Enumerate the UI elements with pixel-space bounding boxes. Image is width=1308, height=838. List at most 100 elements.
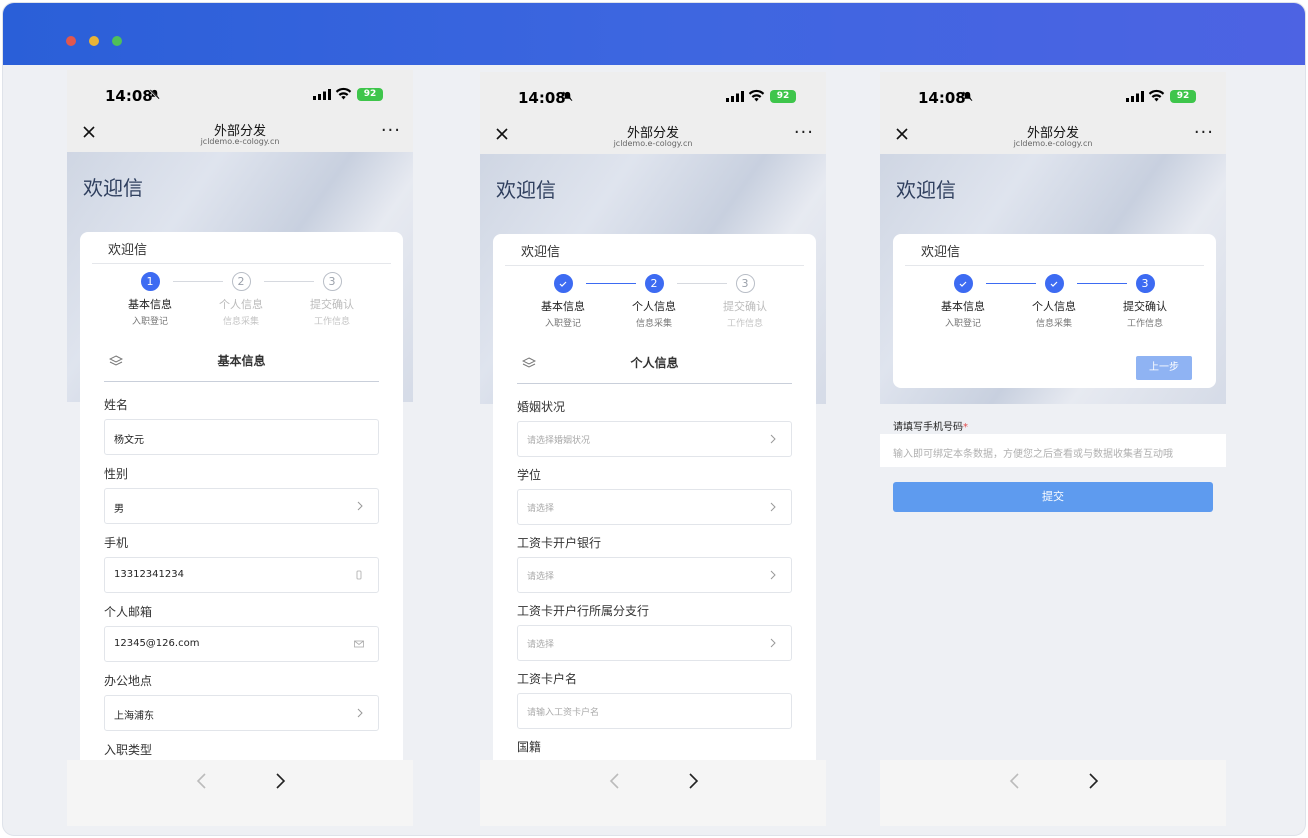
chevron-right-icon (770, 502, 776, 512)
back-arrow-icon[interactable] (195, 772, 209, 790)
name-input[interactable]: 杨文元 (104, 419, 379, 455)
step-subtitle: 工作信息 (1126, 319, 1163, 329)
bank-branch-field: 工资卡开户行所属分支行 请选择 (517, 602, 792, 661)
required-mark: * (963, 422, 968, 433)
back-arrow-icon[interactable] (608, 772, 622, 790)
bank-branch-select[interactable]: 请选择 (517, 625, 792, 661)
forward-arrow-icon[interactable] (1086, 772, 1100, 790)
hero-title: 欢迎信 (83, 176, 143, 200)
step-indicator: 1 基本信息 入职登记 2 个人信息 信息采集 3 提交确认 工作信息 (80, 272, 403, 332)
close-window-button[interactable] (66, 36, 76, 46)
form-card: 欢迎信 1 基本信息 入职登记 2 个人信息 信息采集 3 提交确认 工作信息 (80, 232, 403, 826)
chevron-right-icon (770, 434, 776, 444)
card-divider (505, 265, 804, 266)
signal-icon (313, 89, 331, 100)
step-subtitle: 入职登记 (544, 319, 581, 329)
marital-status-select[interactable]: 请选择婚姻状况 (517, 421, 792, 457)
step-name: 个人信息 (632, 300, 676, 313)
field-label: 入职类型 (104, 743, 153, 757)
step-personal-info[interactable]: 个人信息 信息采集 (1009, 274, 1099, 329)
status-bar: 14:08 92 (480, 72, 826, 122)
status-time: 14:08 (918, 89, 966, 107)
step-name: 提交确认 (1123, 300, 1167, 313)
check-icon (953, 274, 973, 293)
account-name-input[interactable]: 请输入工资卡户名 (517, 693, 792, 729)
step-basic-info[interactable]: 基本信息 入职登记 (918, 274, 1008, 329)
more-options-icon[interactable]: ··· (1194, 122, 1214, 143)
previous-step-button[interactable]: 上一步 (1136, 356, 1192, 380)
step-confirm[interactable]: 3 提交确认 工作信息 (287, 272, 377, 327)
forward-arrow-icon[interactable] (686, 772, 700, 790)
phone-label-text: 请填写手机号码 (893, 422, 963, 433)
name-field: 姓名 杨文元 (104, 396, 379, 455)
chevron-right-icon (357, 501, 363, 511)
chevron-right-icon (770, 570, 776, 580)
back-arrow-icon[interactable] (1008, 772, 1022, 790)
card-divider (905, 265, 1204, 266)
email-field: 个人邮箱 12345@126.com (104, 603, 379, 662)
step-number: 3 (322, 272, 342, 291)
hero-title: 欢迎信 (496, 178, 556, 202)
step-name: 基本信息 (941, 300, 985, 313)
wifi-icon (1148, 89, 1165, 102)
chevron-right-icon (770, 638, 776, 648)
step-name: 个人信息 (1032, 300, 1076, 313)
step-name: 提交确认 (723, 300, 767, 313)
navigation-bar: 外部分发 jcldemo.e-cology.cn ··· (880, 122, 1226, 154)
field-placeholder: 请选择 (527, 640, 555, 650)
forward-arrow-icon[interactable] (273, 772, 287, 790)
signal-icon (726, 91, 744, 102)
step-subtitle: 信息采集 (222, 317, 259, 327)
status-time: 14:08 (518, 89, 566, 107)
gender-select[interactable]: 男 (104, 488, 379, 524)
field-label: 工资卡开户行所属分支行 (517, 604, 650, 618)
phone-number-input[interactable]: 输入即可绑定本条数据，方便您之后查看或与数据收集者互动哦 (880, 434, 1226, 467)
step-personal-info[interactable]: 2 个人信息 信息采集 (609, 274, 699, 329)
step-number: 1 (140, 272, 160, 291)
field-label: 婚姻状况 (517, 400, 566, 414)
gender-field: 性别 男 (104, 465, 379, 524)
step-basic-info[interactable]: 基本信息 入职登记 (518, 274, 608, 329)
field-value: 12345@126.com (114, 638, 200, 649)
step-confirm[interactable]: 3 提交确认 工作信息 (700, 274, 790, 329)
step-confirm[interactable]: 3 提交确认 工作信息 (1100, 274, 1190, 329)
step-name: 基本信息 (541, 300, 585, 313)
degree-select[interactable]: 请选择 (517, 489, 792, 525)
step-personal-info[interactable]: 2 个人信息 信息采集 (196, 272, 286, 327)
step-basic-info[interactable]: 1 基本信息 入职登记 (105, 272, 195, 327)
step-number: 2 (644, 274, 664, 293)
more-options-icon[interactable]: ··· (794, 122, 814, 143)
window-title-bar (3, 3, 1305, 65)
field-label: 学位 (517, 468, 542, 482)
section-header: 基本信息 (104, 350, 379, 382)
field-label: 个人邮箱 (104, 605, 153, 619)
salary-bank-field: 工资卡开户银行 请选择 (517, 534, 792, 593)
phone-screen-personal-info: 14:08 92 外部分发 jcldemo.e-cology.cn ··· 欢迎… (480, 72, 826, 826)
minimize-window-button[interactable] (89, 36, 99, 46)
phone-number-label: 请填写手机号码* (893, 418, 968, 433)
phone-screen-basic-info: 14:08 92 外部分发 jcldemo.e-cology.cn ··· 欢迎… (67, 70, 413, 826)
office-location-field: 办公地点 上海浦东 (104, 672, 379, 731)
step-number: 3 (1135, 274, 1155, 293)
mute-bell-icon (963, 91, 973, 101)
field-value: 上海浦东 (114, 711, 154, 722)
degree-field: 学位 请选择 (517, 466, 792, 525)
maximize-window-button[interactable] (112, 36, 122, 46)
email-input[interactable]: 12345@126.com (104, 626, 379, 662)
phone-icon (356, 570, 362, 580)
step-subtitle: 工作信息 (726, 319, 763, 329)
more-options-icon[interactable]: ··· (381, 120, 401, 141)
card-title: 欢迎信 (921, 245, 961, 260)
mobile-field: 手机 13312341234 (104, 534, 379, 593)
field-value: 13312341234 (114, 569, 184, 580)
salary-bank-select[interactable]: 请选择 (517, 557, 792, 593)
mobile-input[interactable]: 13312341234 (104, 557, 379, 593)
bottom-navigation (880, 760, 1226, 826)
step-number: 2 (231, 272, 251, 291)
office-location-select[interactable]: 上海浦东 (104, 695, 379, 731)
card-divider (92, 263, 391, 264)
field-placeholder: 请输入工资卡户名 (527, 708, 600, 718)
check-icon (1044, 274, 1064, 293)
status-bar: 14:08 92 (880, 72, 1226, 122)
submit-button[interactable]: 提交 (893, 482, 1213, 512)
